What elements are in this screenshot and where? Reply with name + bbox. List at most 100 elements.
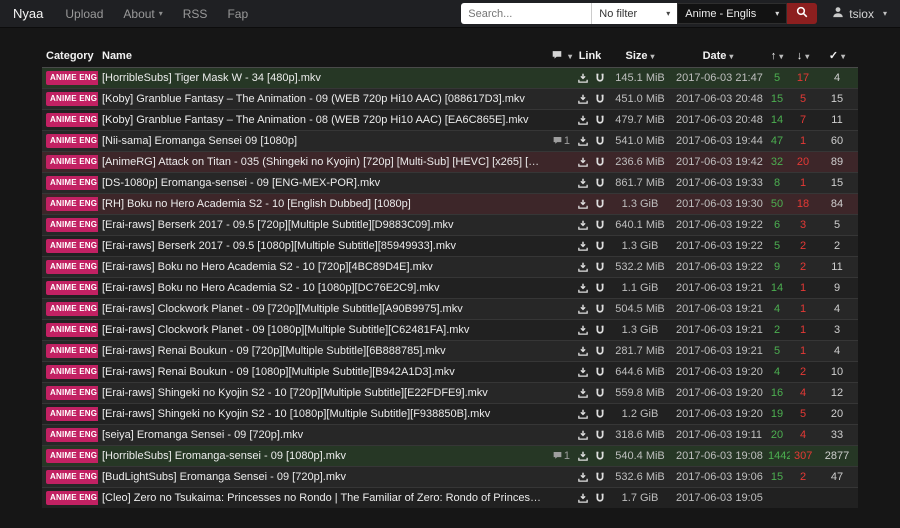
header-category[interactable]: Category (42, 44, 98, 68)
download-icon[interactable] (578, 115, 588, 125)
category-badge[interactable]: ANIME ENG (46, 176, 98, 190)
category-badge[interactable]: ANIME ENG (46, 92, 98, 106)
magnet-icon[interactable] (595, 388, 605, 398)
torrent-name-link[interactable]: [Cleo] Zero no Tsukaima: Princesses no R… (102, 492, 548, 504)
torrent-name-link[interactable]: [Erai-raws] Clockwork Planet - 09 [720p]… (102, 303, 463, 315)
torrent-name-link[interactable]: [seiya] Eromanga Sensei - 09 [720p].mkv (102, 429, 303, 441)
torrent-name-link[interactable]: [HorribleSubs] Eromanga-sensei - 09 [108… (102, 450, 346, 462)
header-comments[interactable]: ▾ (548, 44, 572, 68)
magnet-icon[interactable] (595, 451, 605, 461)
torrent-name-link[interactable]: [DS-1080p] Eromanga-sensei - 09 [ENG-MEX… (102, 177, 380, 189)
magnet-icon[interactable] (595, 409, 605, 419)
download-icon[interactable] (578, 430, 588, 440)
download-icon[interactable] (578, 241, 588, 251)
category-badge[interactable]: ANIME ENG (46, 365, 98, 379)
download-icon[interactable] (578, 157, 588, 167)
magnet-icon[interactable] (595, 283, 605, 293)
brand-link[interactable]: Nyaa (13, 6, 43, 21)
torrent-name-link[interactable]: [Erai-raws] Berserk 2017 - 09.5 [720p][M… (102, 219, 454, 231)
download-icon[interactable] (578, 199, 588, 209)
nav-item-rss[interactable]: RSS (173, 7, 218, 21)
magnet-icon[interactable] (595, 178, 605, 188)
torrent-name-link[interactable]: [Erai-raws] Boku no Hero Academia S2 - 1… (102, 282, 440, 294)
category-badge[interactable]: ANIME ENG (46, 197, 98, 211)
torrent-name-link[interactable]: [HorribleSubs] Tiger Mask W - 34 [480p].… (102, 72, 321, 84)
category-badge[interactable]: ANIME ENG (46, 428, 98, 442)
magnet-icon[interactable] (595, 472, 605, 482)
torrent-name-link[interactable]: [Erai-raws] Shingeki no Kyojin S2 - 10 [… (102, 408, 490, 420)
header-seeders[interactable]: ↑▾ (764, 44, 790, 68)
magnet-icon[interactable] (595, 367, 605, 377)
comments-link[interactable]: 1 (553, 450, 570, 462)
torrent-name-link[interactable]: [Koby] Granblue Fantasy – The Animation … (102, 93, 525, 105)
header-leechers[interactable]: ↓▾ (790, 44, 816, 68)
filter-select[interactable]: No filter ▾ (591, 3, 677, 24)
download-icon[interactable] (578, 451, 588, 461)
download-icon[interactable] (578, 283, 588, 293)
torrent-name-link[interactable]: [Erai-raws] Clockwork Planet - 09 [1080p… (102, 324, 469, 336)
search-input[interactable] (461, 3, 591, 24)
search-button[interactable] (787, 3, 817, 24)
torrent-name-link[interactable]: [Erai-raws] Berserk 2017 - 09.5 [1080p][… (102, 240, 456, 252)
torrent-name-link[interactable]: [Nii-sama] Eromanga Sensei 09 [1080p] (102, 135, 297, 147)
category-badge[interactable]: ANIME ENG (46, 260, 98, 274)
torrent-name-link[interactable]: [Erai-raws] Renai Boukun - 09 [720p][Mul… (102, 345, 446, 357)
torrent-name-link[interactable]: [RH] Boku no Hero Academia S2 - 10 [Engl… (102, 198, 411, 210)
category-badge[interactable]: ANIME ENG (46, 470, 98, 484)
download-icon[interactable] (578, 493, 588, 503)
header-name[interactable]: Name (98, 44, 548, 68)
magnet-icon[interactable] (595, 493, 605, 503)
magnet-icon[interactable] (595, 262, 605, 272)
download-icon[interactable] (578, 73, 588, 83)
user-menu[interactable]: tsiox ▾ (832, 6, 887, 21)
magnet-icon[interactable] (595, 430, 605, 440)
category-badge[interactable]: ANIME ENG (46, 155, 98, 169)
download-icon[interactable] (578, 472, 588, 482)
header-size[interactable]: Size▾ (608, 44, 672, 68)
download-icon[interactable] (578, 136, 588, 146)
magnet-icon[interactable] (595, 94, 605, 104)
torrent-name-link[interactable]: [Erai-raws] Renai Boukun - 09 [1080p][Mu… (102, 366, 455, 378)
download-icon[interactable] (578, 220, 588, 230)
magnet-icon[interactable] (595, 73, 605, 83)
download-icon[interactable] (578, 388, 588, 398)
nav-item-about[interactable]: About ▾ (113, 7, 172, 21)
category-badge[interactable]: ANIME ENG (46, 491, 98, 505)
category-badge[interactable]: ANIME ENG (46, 218, 98, 232)
magnet-icon[interactable] (595, 304, 605, 314)
torrent-name-link[interactable]: [AnimeRG] Attack on Titan - 035 (Shingek… (102, 156, 548, 168)
magnet-icon[interactable] (595, 220, 605, 230)
download-icon[interactable] (578, 409, 588, 419)
download-icon[interactable] (578, 178, 588, 188)
nav-item-upload[interactable]: Upload (55, 7, 113, 21)
torrent-name-link[interactable]: [Koby] Granblue Fantasy – The Animation … (102, 114, 529, 126)
category-badge[interactable]: ANIME ENG (46, 323, 98, 337)
torrent-name-link[interactable]: [Erai-raws] Boku no Hero Academia S2 - 1… (102, 261, 433, 273)
category-badge[interactable]: ANIME ENG (46, 113, 98, 127)
magnet-icon[interactable] (595, 325, 605, 335)
category-badge[interactable]: ANIME ENG (46, 344, 98, 358)
nav-item-fap[interactable]: Fap (217, 7, 258, 21)
download-icon[interactable] (578, 262, 588, 272)
download-icon[interactable] (578, 367, 588, 377)
comments-link[interactable]: 1 (553, 135, 570, 147)
magnet-icon[interactable] (595, 136, 605, 146)
magnet-icon[interactable] (595, 241, 605, 251)
category-badge[interactable]: ANIME ENG (46, 134, 98, 148)
download-icon[interactable] (578, 94, 588, 104)
magnet-icon[interactable] (595, 157, 605, 167)
header-date[interactable]: Date▾ (672, 44, 764, 68)
magnet-icon[interactable] (595, 115, 605, 125)
download-icon[interactable] (578, 346, 588, 356)
category-badge[interactable]: ANIME ENG (46, 407, 98, 421)
magnet-icon[interactable] (595, 346, 605, 356)
header-downloads[interactable]: ✓▾ (816, 44, 858, 68)
category-badge[interactable]: ANIME ENG (46, 281, 98, 295)
magnet-icon[interactable] (595, 199, 605, 209)
category-badge[interactable]: ANIME ENG (46, 239, 98, 253)
category-badge[interactable]: ANIME ENG (46, 71, 98, 85)
category-badge[interactable]: ANIME ENG (46, 386, 98, 400)
download-icon[interactable] (578, 304, 588, 314)
category-badge[interactable]: ANIME ENG (46, 302, 98, 316)
download-icon[interactable] (578, 325, 588, 335)
